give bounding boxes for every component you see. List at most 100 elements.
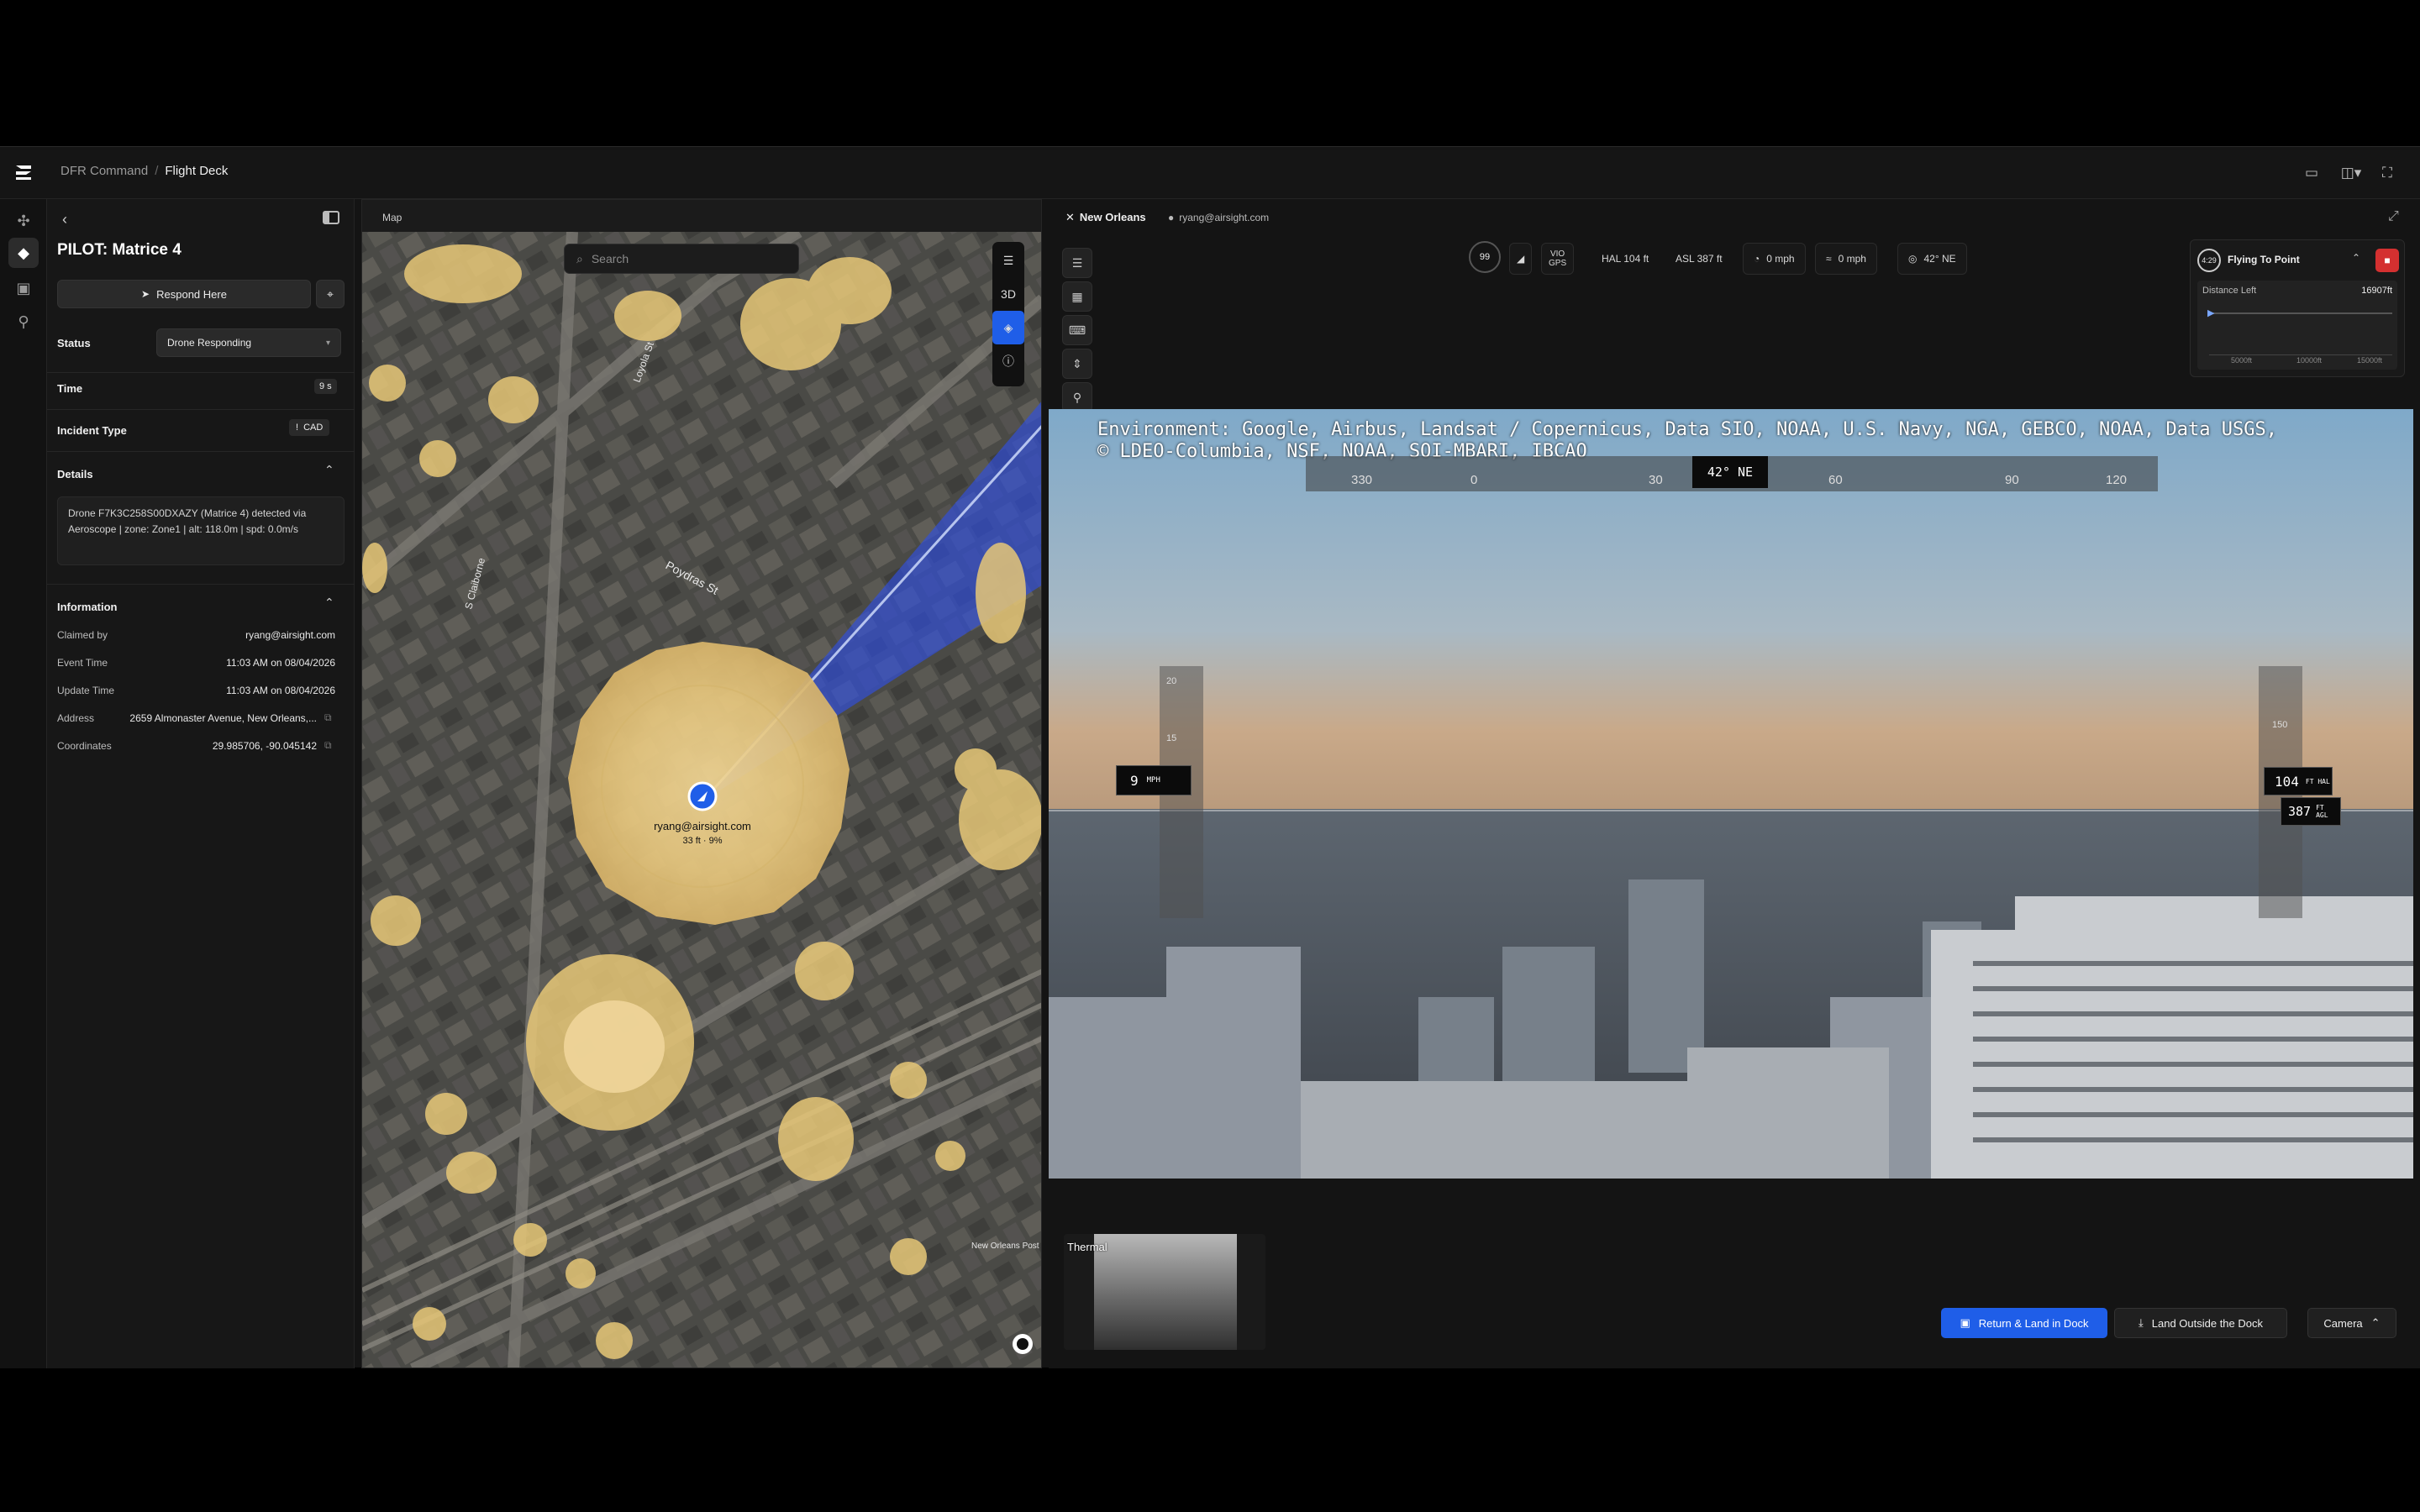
information-label: Information: [57, 601, 118, 613]
tool-grid-icon[interactable]: ▦: [1062, 281, 1092, 312]
mission-collapse-icon[interactable]: ⌃: [2352, 252, 2360, 264]
status-select[interactable]: Drone Responding ▾: [156, 328, 341, 357]
info-label-update-time: Update Time: [57, 685, 115, 696]
copy-address-icon[interactable]: ⧉: [324, 711, 332, 724]
map-search-input[interactable]: ⌕ Search: [564, 244, 799, 274]
compass-tick-330: 330: [1351, 473, 1373, 487]
battery-gauge: 99: [1469, 241, 1501, 273]
drone-icon: ✕: [1065, 211, 1075, 223]
chevron-down-icon: ▾: [325, 338, 330, 348]
speed-badge-unit: MPH: [1146, 776, 1160, 785]
locate-target-icon[interactable]: ⌖: [316, 280, 345, 308]
return-land-dock-button[interactable]: ▣ Return & Land in Dock: [1941, 1308, 2107, 1338]
altitude-scale-150: 150: [2272, 720, 2288, 730]
mission-status: Flying To Point: [2228, 254, 2300, 265]
heading-value: 42° NE: [1923, 253, 1956, 265]
speed-value: 0 mph: [1766, 253, 1795, 265]
rail-network-icon[interactable]: ✣: [8, 206, 39, 236]
info-value-coordinates: 29.985706, -90.045142: [212, 740, 317, 752]
compass-heading-badge: 42° NE: [1692, 456, 1768, 488]
respond-here-button[interactable]: ➤ Respond Here: [57, 280, 311, 308]
copy-coordinates-icon[interactable]: ⧉: [324, 739, 332, 752]
compass-tick-30: 30: [1649, 473, 1663, 487]
distance-tick-1: 5000ft: [2231, 356, 2253, 365]
compass-tick-90: 90: [2005, 473, 2019, 487]
attribution-line-1: Environment: Google, Airbus, Landsat / C…: [1097, 419, 2277, 440]
heading-readout: ◎ 42° NE: [1897, 243, 1967, 275]
tool-pin-icon[interactable]: ⚲: [1062, 382, 1092, 412]
top-bar: DFR Command / Flight Deck ▭ ◫▾ ⛶: [0, 147, 2420, 199]
map-canvas[interactable]: ryang@airsight.com 33 ft · 9% Poydras St…: [362, 232, 1042, 1368]
dock-icon: ▣: [1960, 1316, 1970, 1329]
wind-readout: ≈0 mph: [1815, 243, 1877, 275]
breadcrumb: DFR Command / Flight Deck: [60, 164, 229, 178]
camera-menu-button[interactable]: Camera ⌃: [2307, 1308, 2396, 1338]
collapse-panel-icon[interactable]: [323, 211, 339, 224]
info-label-address: Address: [57, 712, 95, 724]
respond-here-label: Respond Here: [156, 287, 227, 301]
panel-layout-icon[interactable]: ▭: [2299, 160, 2324, 186]
pilot-title: PILOT: Matrice 4: [57, 241, 182, 259]
distance-panel: Distance Left 16907ft ▶ 5000ft 10000ft 1…: [2197, 281, 2397, 370]
stop-mission-icon[interactable]: ■: [2375, 249, 2399, 272]
asl-readout: ASL 387 ft: [1676, 253, 1723, 265]
breadcrumb-current: Flight Deck: [165, 164, 229, 178]
info-value-update-time: 11:03 AM on 08/04/2026: [226, 685, 335, 696]
pilot-panel: ‹ PILOT: Matrice 4 ➤ Respond Here ⌖ Stat…: [47, 199, 355, 1368]
rail-flight-deck-icon[interactable]: ◆: [8, 238, 39, 268]
speed-readout: ◔ 0 mph: [1743, 243, 1806, 275]
info-label-event-time: Event Time: [57, 657, 108, 669]
land-outside-dock-button[interactable]: ⤓ Land Outside the Dock: [2114, 1308, 2287, 1338]
info-label-coordinates: Coordinates: [57, 740, 112, 752]
map-info-icon[interactable]: ⓘ: [992, 344, 1024, 378]
rail-dock-icon[interactable]: ▣: [8, 273, 39, 303]
tool-list-icon[interactable]: ☰: [1062, 248, 1092, 278]
location-name: New Orleans: [1079, 211, 1146, 223]
land-outside-dock-label: Land Outside the Dock: [2151, 1316, 2263, 1330]
map-search-placeholder: Search: [591, 252, 629, 265]
speed-scale-20: 20: [1166, 676, 1177, 686]
map-controls: ☰ 3D ◈ ⓘ: [992, 242, 1024, 386]
map-user-label: ryang@airsight.com: [654, 820, 751, 832]
vio-label: VIO: [1549, 249, 1565, 259]
tool-keyboard-icon[interactable]: ⌨: [1062, 315, 1092, 345]
status-value: Drone Responding: [167, 337, 252, 349]
search-icon: ⌕: [576, 251, 583, 265]
info-label-claimed: Claimed by: [57, 629, 108, 641]
tool-altitude-icon[interactable]: ⇕: [1062, 349, 1092, 379]
speed-badge: 9 MPH: [1116, 765, 1192, 795]
information-collapse-icon[interactable]: ⌃: [324, 596, 334, 610]
expand-icon[interactable]: ⤢: [2388, 209, 2399, 224]
altitude-hal-badge: 104 FT HAL: [2264, 767, 2333, 795]
fullscreen-icon[interactable]: ⛶: [2375, 160, 2400, 186]
split-view-icon[interactable]: ◫▾: [2333, 160, 2370, 186]
distance-tick-2: 10000ft: [2296, 356, 2323, 365]
time-badge: 9 s: [314, 379, 337, 394]
info-value-claimed: ryang@airsight.com: [245, 629, 335, 641]
incident-type-label: Incident Type: [57, 424, 127, 437]
return-land-dock-label: Return & Land in Dock: [1978, 1316, 2089, 1330]
altitude-agl-badge: 387 FT AGL: [2281, 797, 2341, 826]
distance-value: 16907ft: [2361, 286, 2392, 296]
thermal-thumbnail[interactable]: Thermal: [1064, 1234, 1265, 1350]
breadcrumb-root[interactable]: DFR Command: [60, 164, 148, 178]
details-collapse-icon[interactable]: ⌃: [324, 463, 334, 477]
camera-feed[interactable]: Environment: Google, Airbus, Landsat / C…: [1049, 409, 2413, 1179]
altitude-agl-unit: FT AGL: [2316, 804, 2328, 819]
progress-marker-icon: ▶: [2207, 308, 2215, 318]
location-header: ✕ New Orleans: [1065, 211, 1146, 224]
place-label-post-office: New Orleans Post Office: [971, 1242, 1042, 1251]
back-chevron-icon[interactable]: ‹: [62, 211, 67, 228]
layers-icon[interactable]: ☰: [992, 244, 1024, 277]
rail-drone-icon[interactable]: ⚲: [8, 307, 39, 337]
map-3d-toggle[interactable]: 3D: [992, 277, 1024, 311]
map-user-sub: 33 ft · 9%: [682, 836, 722, 846]
time-label: Time: [57, 382, 83, 395]
thermal-label: Thermal: [1067, 1241, 1107, 1253]
map-locate-icon[interactable]: ◈: [992, 311, 1024, 344]
speed-gauge-icon: ◔: [1754, 253, 1760, 265]
altitude-hal-value: 104: [2275, 773, 2299, 790]
info-value-address: 2659 Almonaster Avenue, New Orleans,...: [129, 712, 317, 724]
user-icon: ●: [1168, 212, 1175, 223]
pilot-user: ● ryang@airsight.com: [1168, 212, 1269, 223]
